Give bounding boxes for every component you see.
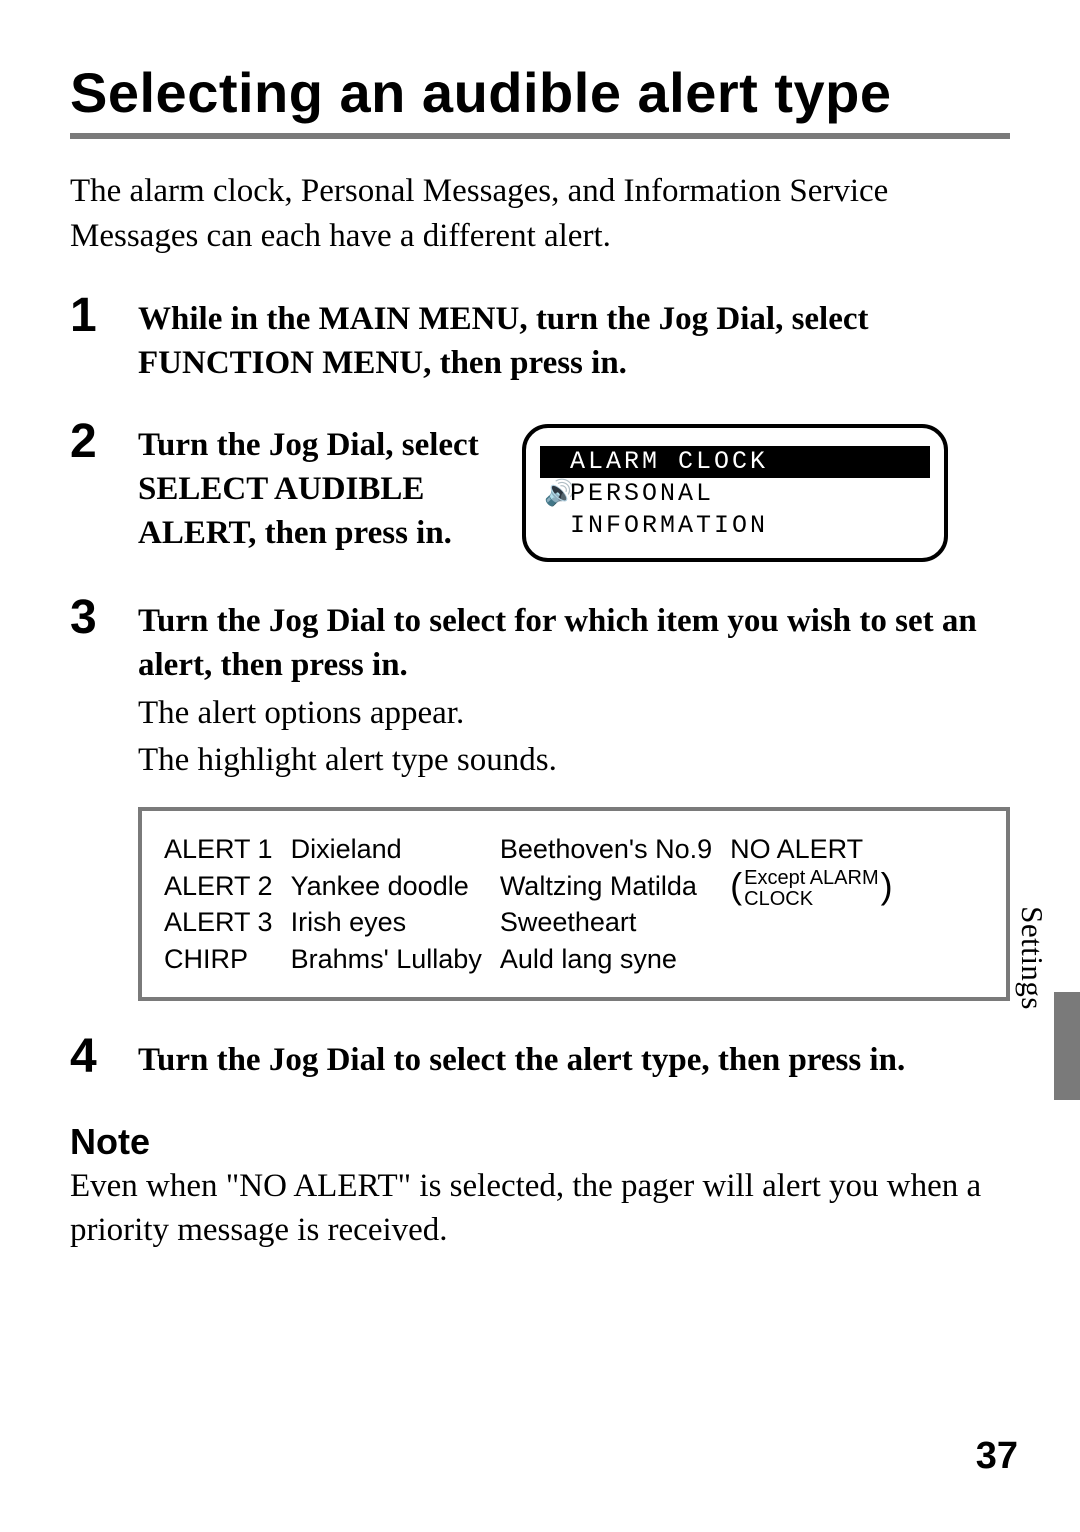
step-3: Turn the Jog Dial to select for which it… — [70, 600, 1010, 1001]
step-3-body-line1: The alert options appear. — [138, 692, 1010, 736]
lcd-row-alarm-clock: ALARM CLOCK — [540, 446, 930, 478]
alert-name: Waltzing Matilda — [500, 868, 712, 904]
noalert-except-line1: Except ALARM — [744, 868, 879, 889]
noalert-except-line2: CLOCK — [744, 889, 879, 910]
paren-left: ( — [730, 872, 742, 901]
step-4: Turn the Jog Dial to select the alert ty… — [70, 1039, 1010, 1083]
alert-col-noalert: NO ALERT ( Except ALARM CLOCK ) — [730, 831, 893, 977]
lcd-label-alarm-clock: ALARM CLOCK — [570, 449, 768, 474]
alert-name: Irish eyes — [291, 904, 482, 940]
step-list: While in the MAIN MENU, turn the Jog Dia… — [70, 298, 1010, 1083]
page-title: Selecting an audible alert type — [70, 60, 1010, 125]
side-tab-strip — [1054, 992, 1080, 1100]
side-tab-label: Settings — [1014, 906, 1050, 1010]
lcd-screen-illustration: ALARM CLOCK 🔊 PERSONAL INFORMATION — [522, 424, 948, 562]
lcd-label-information: INFORMATION — [570, 513, 768, 538]
alert-code: CHIRP — [164, 941, 273, 977]
step-4-instruction: Turn the Jog Dial to select the alert ty… — [138, 1039, 1010, 1083]
alert-col-codes: ALERT 1 ALERT 2 ALERT 3 CHIRP — [164, 831, 273, 977]
alert-name: Beethoven's No.9 — [500, 831, 712, 867]
alert-name: Brahms' Lullaby — [291, 941, 482, 977]
alert-name: Dixieland — [291, 831, 482, 867]
lcd-row-personal: 🔊 PERSONAL — [540, 478, 930, 510]
speaker-icon: 🔊 — [544, 481, 568, 506]
alert-name: Auld lang syne — [500, 941, 712, 977]
alert-options-box: ALERT 1 ALERT 2 ALERT 3 CHIRP Dixieland … — [138, 807, 1010, 1001]
step-3-body-line2: The highlight alert type sounds. — [138, 739, 1010, 783]
alert-col-names-b: Beethoven's No.9 Waltzing Matilda Sweeth… — [500, 831, 712, 977]
note-heading: Note — [70, 1121, 1010, 1163]
manual-page: Selecting an audible alert type The alar… — [0, 0, 1080, 1532]
step-2: Turn the Jog Dial, select SELECT AUDIBLE… — [70, 424, 1010, 562]
step-3-instruction: Turn the Jog Dial to select for which it… — [138, 600, 1010, 688]
page-number: 37 — [976, 1435, 1018, 1478]
alert-name-noalert: NO ALERT — [730, 831, 893, 867]
lcd-label-personal: PERSONAL — [570, 481, 714, 506]
intro-paragraph: The alarm clock, Personal Messages, and … — [70, 169, 1010, 258]
step-1: While in the MAIN MENU, turn the Jog Dia… — [70, 298, 1010, 386]
title-rule — [70, 133, 1010, 139]
lcd-row-information: INFORMATION — [540, 510, 930, 542]
alert-code: ALERT 1 — [164, 831, 273, 867]
step-2-instruction: Turn the Jog Dial, select SELECT AUDIBLE… — [138, 424, 498, 556]
note-body: Even when "NO ALERT" is selected, the pa… — [70, 1165, 1010, 1253]
alert-code: ALERT 3 — [164, 904, 273, 940]
alert-code: ALERT 2 — [164, 868, 273, 904]
alert-col-names-a: Dixieland Yankee doodle Irish eyes Brahm… — [291, 831, 482, 977]
step-1-instruction: While in the MAIN MENU, turn the Jog Dia… — [138, 298, 1010, 386]
paren-right: ) — [881, 872, 893, 901]
alert-name: Sweetheart — [500, 904, 712, 940]
alert-name: Yankee doodle — [291, 868, 482, 904]
